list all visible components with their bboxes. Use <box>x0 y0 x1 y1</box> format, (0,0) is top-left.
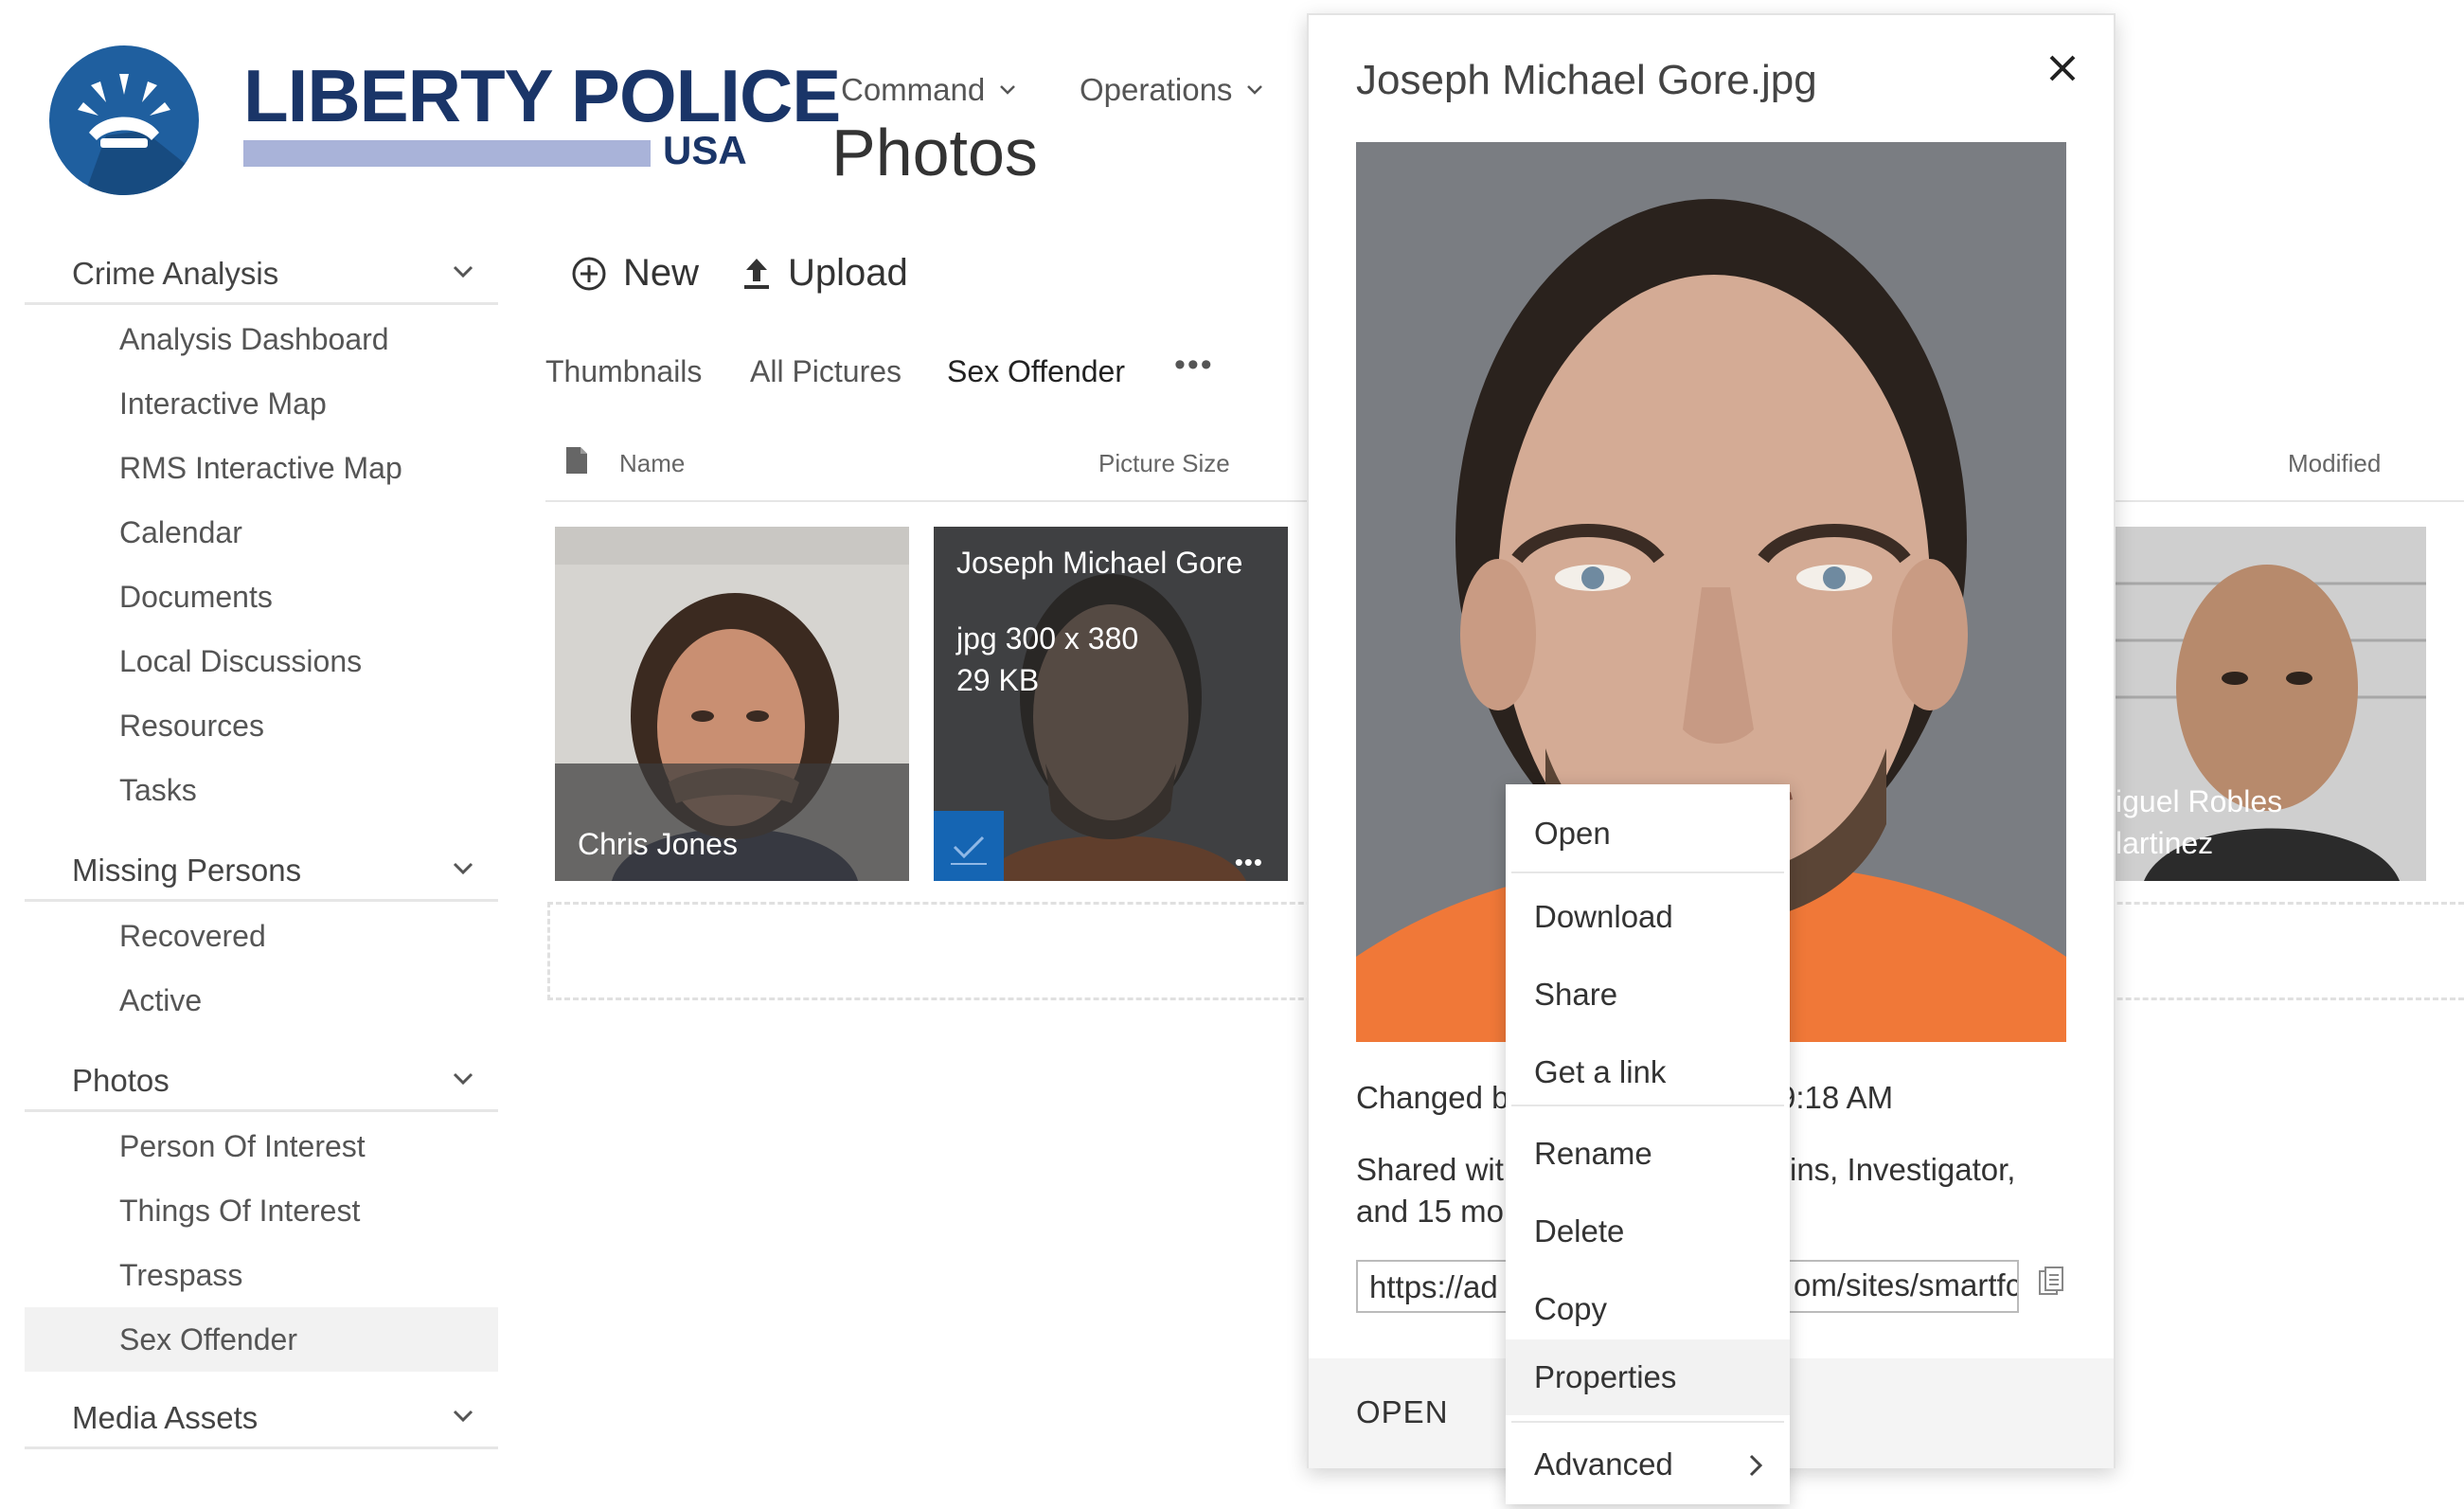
thumbnail-type-size: jpg 300 x 380 <box>956 621 1139 656</box>
menu-item-rename[interactable]: Rename <box>1506 1120 1790 1188</box>
menu-item-delete[interactable]: Delete <box>1506 1197 1790 1266</box>
brand-subtitle: USA <box>663 128 747 172</box>
sidebar-item-trespass[interactable]: Trespass <box>119 1258 242 1293</box>
shared-with-text: Shared with <box>1356 1152 1522 1187</box>
share-link-start: https://ad <box>1369 1269 1498 1304</box>
selection-checkbox[interactable] <box>934 811 1004 881</box>
sidebar-item-resources[interactable]: Resources <box>119 709 264 744</box>
sidebar-item-recovered[interactable]: Recovered <box>119 919 266 954</box>
plus-circle-icon <box>572 257 606 290</box>
menu-separator <box>1511 871 1784 873</box>
sidebar-group-missing-persons[interactable]: Missing Persons <box>25 839 498 902</box>
app-root: LIBERTY POLICE USA Command Operations Ph… <box>0 0 2464 1509</box>
tab-all-pictures[interactable]: All Pictures <box>750 354 902 389</box>
open-button[interactable]: OPEN <box>1356 1394 1449 1430</box>
upload-button[interactable]: Upload <box>741 252 908 295</box>
sidebar-item-tasks[interactable]: Tasks <box>119 773 197 808</box>
sidebar-item-active[interactable]: Active <box>119 983 202 1018</box>
changed-by-text: Changed b <box>1356 1080 1509 1115</box>
changed-time-text: 9:18 AM <box>1778 1080 1894 1115</box>
checkmark-icon <box>951 835 987 865</box>
thumbnail-miguel-robles-martinez[interactable]: iguel Robles lartinez <box>2116 527 2426 881</box>
menu-separator <box>1511 1421 1784 1423</box>
logo-emblem <box>49 45 199 195</box>
column-picture-size[interactable]: Picture Size <box>1098 449 1230 478</box>
upload-button-label: Upload <box>788 252 908 294</box>
shared-with-more-text[interactable]: and 15 mor <box>1356 1194 1514 1230</box>
menu-item-get-a-link[interactable]: Get a link <box>1506 1038 1790 1106</box>
sidebar-item-calendar[interactable]: Calendar <box>119 515 242 550</box>
statue-of-liberty-icon <box>78 74 191 195</box>
preview-title: Joseph Michael Gore.jpg <box>1356 57 1817 103</box>
column-modified[interactable]: Modified <box>2288 449 2381 478</box>
menu-item-open[interactable]: Open <box>1506 799 1790 868</box>
thumbnail-caption-bg <box>555 763 909 881</box>
new-button-label: New <box>623 252 700 294</box>
column-name[interactable]: Name <box>619 449 685 478</box>
nav-command[interactable]: Command <box>841 72 1017 108</box>
menu-item-download[interactable]: Download <box>1506 883 1790 951</box>
chevron-down-icon[interactable] <box>449 854 477 883</box>
menu-item-advanced[interactable]: Advanced <box>1506 1430 1790 1499</box>
brand-title: LIBERTY POLICE <box>243 54 841 137</box>
menu-item-properties[interactable]: Properties <box>1506 1339 1790 1415</box>
new-button[interactable]: New <box>570 252 699 295</box>
brand-bar <box>243 140 651 167</box>
upload-icon <box>744 258 769 289</box>
chevron-down-icon[interactable] <box>449 258 477 286</box>
menu-item-copy[interactable]: Copy <box>1506 1275 1790 1343</box>
thumbnail-more-button[interactable]: ••• <box>1235 848 1263 877</box>
menu-item-share[interactable]: Share <box>1506 961 1790 1029</box>
thumbnail-title: Joseph Michael Gore <box>956 546 1243 580</box>
chevron-down-icon[interactable] <box>449 1402 477 1430</box>
tab-thumbnails[interactable]: Thumbnails <box>545 354 702 389</box>
sidebar-group-label: Media Assets <box>72 1400 259 1435</box>
tab-sex-offender[interactable]: Sex Offender <box>947 354 1125 389</box>
thumbnail-chris-jones[interactable]: Chris Jones <box>555 527 909 881</box>
menu-item-advanced-label: Advanced <box>1534 1446 1673 1482</box>
sidebar-item-documents[interactable]: Documents <box>119 580 273 615</box>
menu-separator <box>1511 1105 1784 1106</box>
sidebar-item-sex-offender[interactable]: Sex Offender <box>119 1322 297 1357</box>
thumbnail-joseph-michael-gore[interactable]: Joseph Michael Gore jpg 300 x 380 29 KB … <box>934 527 1288 881</box>
thumbnail-caption: iguel Robles lartinez <box>2116 784 2283 860</box>
nav-command-label: Command <box>841 72 986 107</box>
sidebar-item-things-of-interest[interactable]: Things Of Interest <box>119 1194 360 1229</box>
sidebar-group-label: Photos <box>72 1063 170 1098</box>
close-icon[interactable] <box>2044 49 2081 87</box>
file-icon <box>566 447 587 474</box>
context-menu: Open Download Share Get a link Rename De… <box>1506 784 1790 1504</box>
sidebar-item-local-discussions[interactable]: Local Discussions <box>119 644 362 679</box>
shared-with-names-text: ins, Investigator, <box>1790 1152 2016 1187</box>
sidebar-group-crime-analysis[interactable]: Crime Analysis <box>25 243 498 305</box>
sidebar-group-label: Missing Persons <box>72 853 302 888</box>
sidebar-item-rms-interactive-map[interactable]: RMS Interactive Map <box>119 451 402 486</box>
sidebar-group-label: Crime Analysis <box>72 256 279 291</box>
thumbnail-file-size: 29 KB <box>956 663 1040 697</box>
copy-link-icon[interactable] <box>2038 1266 2064 1300</box>
chevron-down-icon[interactable] <box>449 1065 477 1093</box>
sidebar-group-photos[interactable]: Photos <box>25 1050 498 1112</box>
views-more-button[interactable]: ••• <box>1174 347 1214 384</box>
chevron-right-icon <box>1749 1454 1763 1477</box>
thumbnail-caption: Chris Jones <box>578 827 738 861</box>
share-link-end: om/sites/smartfc <box>1794 1267 2017 1302</box>
sidebar-group-media-assets[interactable]: Media Assets <box>25 1387 498 1449</box>
chevron-down-icon <box>1000 85 1016 95</box>
sidebar-item-interactive-map[interactable]: Interactive Map <box>119 386 327 422</box>
thumbnail-meta: jpg 300 x 380 29 KB <box>956 618 1138 701</box>
chevron-down-icon <box>1247 85 1263 95</box>
sidebar-item-analysis-dashboard[interactable]: Analysis Dashboard <box>119 322 389 357</box>
nav-operations-label: Operations <box>1080 72 1233 107</box>
page-title: Photos <box>831 116 1038 189</box>
sidebar-item-person-of-interest[interactable]: Person Of Interest <box>119 1129 366 1164</box>
nav-operations[interactable]: Operations <box>1080 72 1264 108</box>
